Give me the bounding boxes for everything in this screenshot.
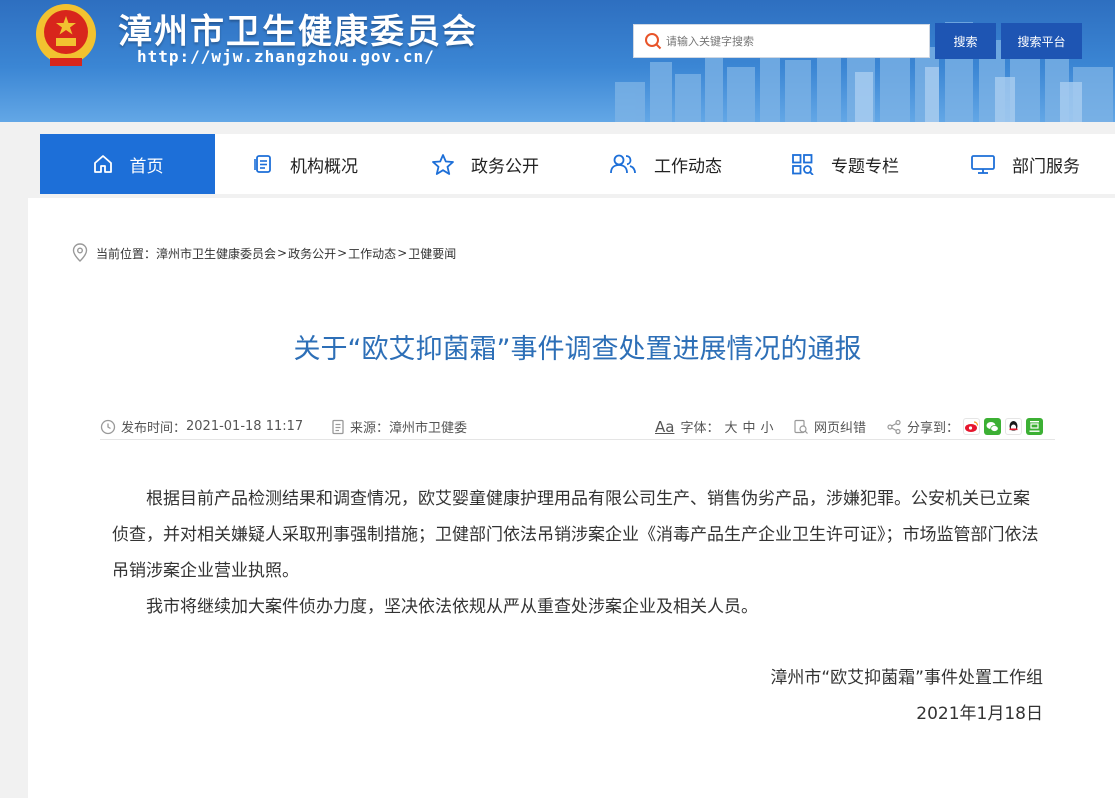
qq-share-icon[interactable] (1005, 418, 1023, 435)
font-label: 字体： (680, 421, 720, 436)
nav-item-department-services[interactable]: 部门服务 (935, 134, 1115, 194)
article-paragraph: 我市将继续加大案件侦办力度，坚决依法依规从严从重查处涉案企业及相关人员。 (146, 597, 758, 617)
clock-icon (100, 419, 116, 434)
nav-item-label: 首页 (129, 156, 164, 177)
breadcrumb-prefix: 当前位置： (96, 246, 157, 261)
article-title: 关于“欧艾抑菌霜”事件调查处置进展情况的通报 (293, 334, 862, 365)
publish-label: 发布时间： (121, 421, 187, 436)
douban-share-icon[interactable] (1026, 418, 1044, 435)
nav-item-label: 专题专栏 (831, 156, 899, 177)
document-icon (254, 155, 271, 173)
nav-item-label: 机构概况 (290, 156, 358, 177)
nav-item-organization[interactable]: 机构概况 (215, 134, 395, 194)
breadcrumb-link-government-affairs[interactable]: 政务公开 (288, 245, 336, 262)
font-size-control: Aa 字体： 大 中 小 (655, 417, 774, 437)
article-date: 2021年1月18日 (916, 704, 1043, 724)
article-body: 根据目前产品检测结果和调查情况，欧艾婴童健康护理用品有限公司生产、销售伪劣产品，… (112, 481, 1045, 625)
publish-time: 2021-01-18 11:17 (186, 419, 304, 434)
search-box (633, 24, 930, 58)
left-margin-strip (0, 122, 28, 798)
nav-item-home[interactable]: 首页 (40, 134, 215, 194)
article-meta-bar: 发布时间： 2021-01-18 11:17 来源： 漳州市卫健委 Aa 字体：… (100, 412, 1055, 440)
nav-item-work-news[interactable]: 工作动态 (575, 134, 755, 194)
correction-label: 网页纠错 (814, 421, 867, 436)
search-platform-button[interactable]: 搜索平台 (1001, 23, 1082, 59)
publish-info: 发布时间： 2021-01-18 11:17 (100, 417, 303, 436)
site-url: http://wjw.zhangzhou.gov.cn/ (137, 47, 435, 66)
font-size-large[interactable]: 大 (724, 417, 737, 436)
nav-item-special-topics[interactable]: 专题专栏 (755, 134, 935, 194)
source-label: 来源： (350, 421, 390, 436)
nav-item-government-affairs[interactable]: 政务公开 (395, 134, 575, 194)
nav-item-label: 工作动态 (654, 156, 722, 177)
main-nav: 首页 机构概况 政务公开 工作动态 专题专栏 部门服务 (40, 134, 1115, 194)
star-icon (432, 154, 454, 175)
share-icon (887, 419, 901, 434)
users-icon (610, 154, 636, 174)
grid-search-icon (792, 154, 814, 175)
share-label: 分享到： (907, 421, 960, 436)
font-size-small[interactable]: 小 (761, 417, 774, 436)
breadcrumb-separator: > (337, 246, 348, 260)
search-button[interactable]: 搜索 (935, 23, 996, 59)
breadcrumb-link-health-news[interactable]: 卫健要闻 (408, 245, 456, 262)
national-emblem-logo (36, 4, 96, 66)
nav-item-label: 部门服务 (1012, 156, 1080, 177)
breadcrumb-separator: > (277, 246, 288, 260)
breadcrumb-link-work-news[interactable]: 工作动态 (348, 245, 396, 262)
document-icon (332, 419, 344, 434)
monitor-icon (971, 155, 995, 174)
wechat-share-icon[interactable] (984, 418, 1002, 435)
search-input[interactable] (666, 34, 916, 48)
search-icon (645, 33, 662, 50)
font-size-icon: Aa (655, 417, 675, 436)
location-pin-icon (72, 243, 88, 262)
breadcrumb: 当前位置： 漳州市卫生健康委员会 > 政务公开 > 工作动态 > 卫健要闻 (72, 243, 456, 263)
weibo-share-icon[interactable] (963, 418, 981, 435)
home-icon (93, 155, 112, 173)
breadcrumb-link-home[interactable]: 漳州市卫生健康委员会 (156, 245, 276, 262)
site-title: 漳州市卫生健康委员会 (118, 12, 478, 52)
font-size-medium[interactable]: 中 (742, 417, 755, 436)
site-header: 漳州市卫生健康委员会 http://wjw.zhangzhou.gov.cn/ … (0, 0, 1115, 122)
search-document-icon (794, 419, 808, 434)
share-bar: 分享到： (886, 417, 1044, 436)
correction-link[interactable]: 网页纠错 (793, 417, 866, 436)
source-value: 漳州市卫健委 (389, 421, 468, 436)
article-paragraph: 根据目前产品检测结果和调查情况，欧艾婴童健康护理用品有限公司生产、销售伪劣产品，… (112, 489, 1039, 581)
nav-item-label: 政务公开 (471, 156, 539, 177)
article-signature: 漳州市“欧艾抑菌霜”事件处置工作组 (770, 668, 1043, 688)
source-info: 来源： 漳州市卫健委 (331, 417, 467, 436)
breadcrumb-separator: > (397, 246, 408, 260)
